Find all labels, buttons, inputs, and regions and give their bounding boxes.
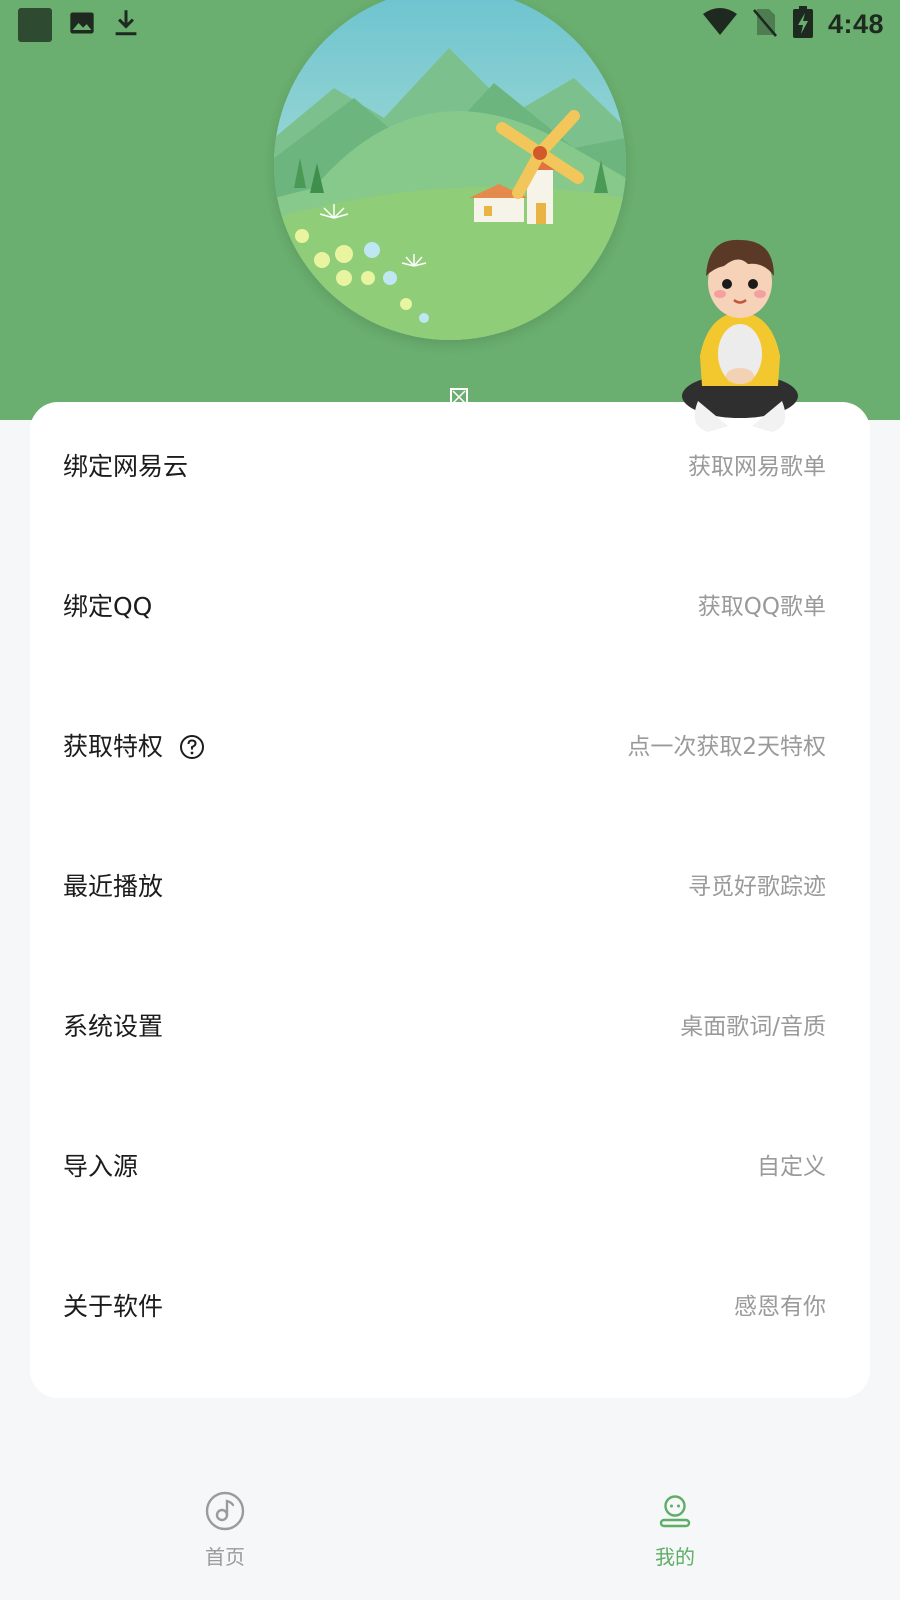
menu-item-about[interactable]: 关于软件 感恩有你 xyxy=(30,1242,870,1385)
menu-item-hint: 获取QQ歌单 xyxy=(697,594,826,620)
menu-item-import-source[interactable]: 导入源 自定义 xyxy=(30,1102,870,1245)
menu-item-label: 系统设置 xyxy=(63,1012,164,1041)
broken-image-icon xyxy=(450,388,468,406)
nav-home[interactable]: 首页 xyxy=(165,1490,285,1570)
status-time: 4:48 xyxy=(827,8,884,39)
wifi-icon xyxy=(702,7,738,41)
menu-item-label: 关于软件 xyxy=(63,1292,164,1321)
menu-item-hint: 自定义 xyxy=(757,1154,826,1180)
menu-item-label: 获取特权 xyxy=(63,731,205,763)
user-profile-icon xyxy=(654,1490,696,1532)
menu-item-hint: 点一次获取2天特权 xyxy=(627,734,826,760)
image-icon xyxy=(68,9,96,41)
avatar-sticker[interactable] xyxy=(678,236,802,440)
menu-card: 绑定网易云 获取网易歌单 绑定QQ 获取QQ歌单 获取特权 点一次获取2天特权 … xyxy=(30,402,870,1398)
download-icon xyxy=(112,8,140,42)
nav-label: 首页 xyxy=(205,1545,245,1569)
nav-label: 我的 xyxy=(655,1545,695,1569)
menu-item-system-settings[interactable]: 系统设置 桌面歌词/音质 xyxy=(30,962,870,1105)
menu-item-label: 绑定QQ xyxy=(63,592,153,621)
menu-item-hint: 感恩有你 xyxy=(734,1294,826,1320)
menu-item-hint: 寻觅好歌踪迹 xyxy=(688,874,826,900)
menu-item-hint: 桌面歌词/音质 xyxy=(680,1014,826,1040)
album-cover-image[interactable] xyxy=(274,0,626,340)
battery-charging-icon xyxy=(792,6,814,42)
menu-item-get-privilege[interactable]: 获取特权 点一次获取2天特权 xyxy=(30,682,870,825)
app-square-icon xyxy=(18,8,52,42)
menu-item-hint: 获取网易歌单 xyxy=(688,454,826,480)
music-disc-icon xyxy=(204,1490,246,1532)
nav-mine[interactable]: 我的 xyxy=(615,1490,735,1570)
help-circle-icon[interactable] xyxy=(179,734,205,760)
menu-item-recent-play[interactable]: 最近播放 寻觅好歌踪迹 xyxy=(30,822,870,965)
bottom-navigation: 首页 我的 xyxy=(0,1490,900,1600)
menu-item-label: 绑定网易云 xyxy=(63,452,189,481)
menu-item-bind-qq[interactable]: 绑定QQ 获取QQ歌单 xyxy=(30,542,870,685)
menu-item-label: 导入源 xyxy=(63,1152,139,1181)
menu-item-label: 最近播放 xyxy=(63,872,164,901)
no-sim-icon xyxy=(752,7,778,41)
